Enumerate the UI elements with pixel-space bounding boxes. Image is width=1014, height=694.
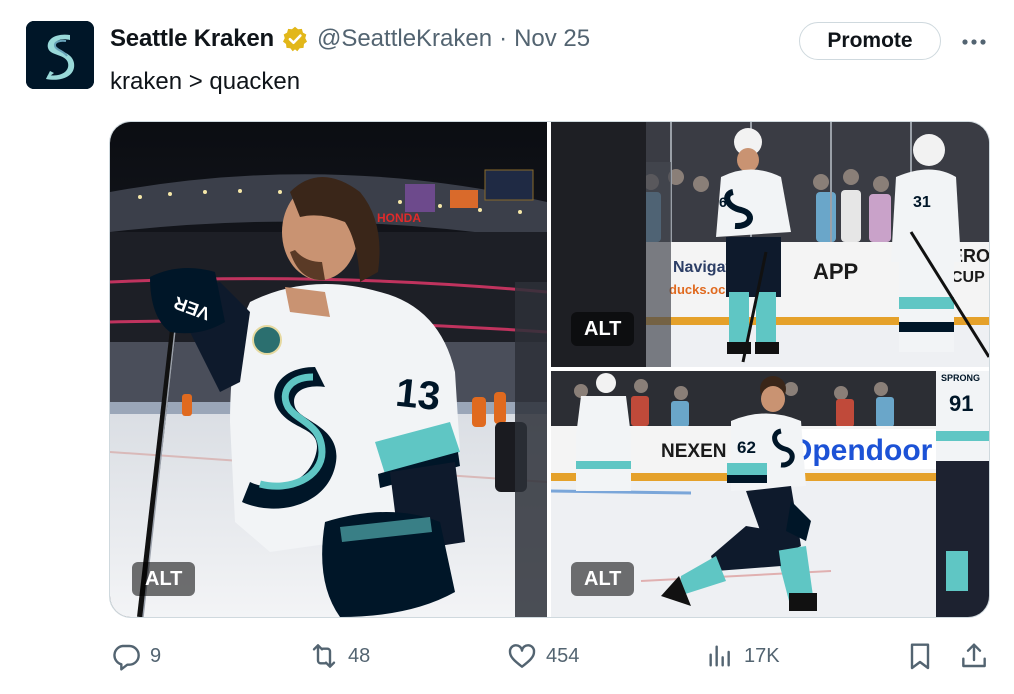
like-button[interactable]: 454	[506, 638, 579, 674]
bookmark-button[interactable]	[904, 638, 936, 674]
display-name[interactable]: Seattle Kraken	[110, 25, 274, 53]
views-count: 17K	[744, 644, 780, 667]
separator-dot: ·	[499, 25, 508, 52]
alt-badge[interactable]: ALT	[571, 562, 635, 596]
photo-player-13[interactable]: HONDA 13 VER ALT	[110, 122, 547, 617]
tweet-header: Seattle Kraken @SeattleKraken · Nov 25	[110, 24, 590, 54]
verified-badge-icon[interactable]	[281, 25, 309, 53]
bookmark-icon	[910, 643, 930, 670]
seattle-kraken-logo-icon	[26, 21, 94, 89]
jersey-number-kneel: 62	[737, 438, 756, 457]
jersey-number-left: 6	[719, 194, 727, 210]
tweet: Seattle Kraken @SeattleKraken · Nov 25 P…	[0, 0, 1014, 694]
repost-button[interactable]: 48	[308, 638, 370, 674]
photo-players-6-31[interactable]: Navigator ducks.ocnav.org APP ERO CUP 6	[551, 122, 989, 367]
heart-icon	[508, 644, 536, 668]
tweet-text: kraken > quacken	[110, 68, 301, 95]
repost-icon	[312, 644, 336, 668]
alt-badge[interactable]: ALT	[571, 312, 635, 346]
media-grid: HONDA 13 VER ALT Navigator ducks.ocnav.o…	[109, 121, 990, 618]
photo-player-62[interactable]: NEXEN TI Opendoor 62 SPRONG 91 ALT	[551, 371, 989, 617]
jersey-number-91: 91	[949, 391, 973, 416]
user-handle[interactable]: @SeattleKraken	[317, 25, 492, 53]
share-button[interactable]	[958, 638, 990, 674]
views-button[interactable]: 17K	[704, 638, 780, 674]
avatar[interactable]	[26, 21, 94, 89]
like-count: 454	[546, 644, 580, 667]
reply-count: 9	[150, 644, 162, 667]
reply-icon	[113, 644, 140, 671]
arena-sign: HONDA	[377, 211, 421, 225]
board-right2: CUP	[951, 269, 985, 286]
right-player-name: SPRONG	[941, 373, 980, 383]
tweet-date[interactable]: Nov 25	[514, 25, 590, 53]
action-bar: 9 48 454 17K	[0, 638, 1014, 674]
alt-badge[interactable]: ALT	[132, 562, 196, 596]
share-icon	[962, 643, 986, 668]
more-options-icon[interactable]	[955, 26, 995, 58]
jersey-number-right: 31	[913, 194, 931, 211]
views-chart-icon	[709, 645, 730, 667]
reply-button[interactable]: 9	[110, 638, 161, 674]
board-app: APP	[813, 259, 858, 284]
promote-button[interactable]: Promote	[799, 22, 941, 60]
repost-count: 48	[348, 644, 371, 667]
jersey-number: 13	[394, 371, 443, 419]
board-opendoor: Opendoor	[789, 434, 933, 467]
